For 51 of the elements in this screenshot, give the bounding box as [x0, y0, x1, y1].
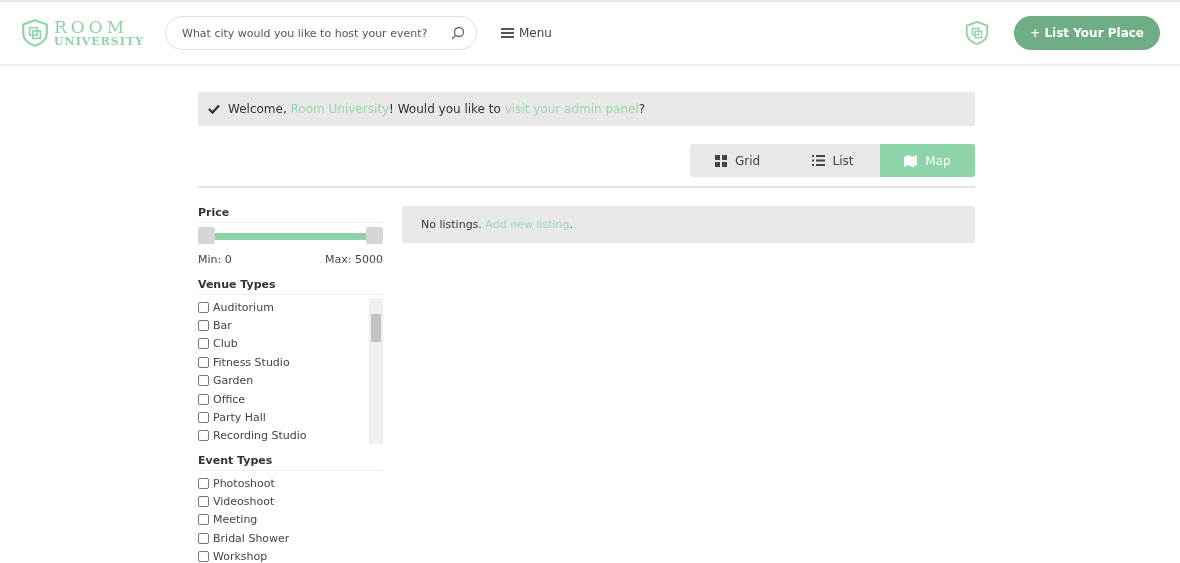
checkbox[interactable] [198, 412, 209, 424]
slider-handle[interactable] [198, 227, 215, 244]
checkbox-option[interactable]: Garden [198, 371, 369, 390]
checkbox-option[interactable]: Bar [198, 316, 369, 335]
list-icon [811, 155, 825, 166]
min-label: Min: 0 [198, 253, 232, 266]
menu-button[interactable]: Menu [495, 25, 558, 41]
no-listings-message: No listings. Add new listing. [421, 218, 574, 231]
grid-icon [714, 154, 727, 167]
checkbox[interactable] [198, 514, 209, 526]
max-label: Max: 5000 [325, 253, 383, 266]
checkbox[interactable] [198, 375, 209, 387]
checkbox-option[interactable]: Fitness Studio [198, 353, 369, 372]
slider-handle[interactable] [366, 227, 383, 244]
checkbox[interactable] [198, 496, 209, 508]
checkbox-option[interactable]: Office [198, 389, 369, 409]
logo-title: ROOM [54, 19, 130, 36]
filter-title: Venue Types [198, 278, 383, 295]
checkbox[interactable] [198, 430, 209, 442]
logo-subtitle: UNIVERSITY [54, 36, 144, 47]
welcome-message: Welcome, Room University! Would you like to visit your admin panel? [228, 102, 646, 116]
checkbox[interactable] [198, 320, 209, 332]
menu-icon [501, 28, 514, 38]
checkbox[interactable] [198, 338, 209, 350]
search-icon[interactable] [451, 26, 465, 40]
checkbox-option[interactable]: Photoshoot [198, 474, 383, 493]
checkbox[interactable] [198, 551, 209, 563]
price-slider[interactable] [198, 227, 383, 245]
check-icon [208, 104, 220, 114]
shield-logo-icon [964, 20, 991, 46]
scrollbar[interactable] [369, 298, 383, 444]
shield-logo-icon [20, 18, 50, 48]
checkbox-option[interactable]: Auditorium [198, 298, 369, 317]
checkbox-option[interactable]: Party Hall [198, 408, 369, 427]
checkbox-option[interactable]: Recording Studio [198, 426, 369, 444]
checkbox[interactable] [198, 393, 209, 405]
checkbox[interactable] [198, 301, 209, 313]
checkbox-option[interactable]: Videoshoot [198, 492, 383, 511]
view-tab[interactable]: Grid [690, 144, 785, 177]
map-icon [904, 154, 918, 167]
checkbox[interactable] [198, 532, 209, 544]
checkbox[interactable] [198, 356, 209, 368]
checkbox-option[interactable]: Meeting [198, 510, 383, 530]
checkbox-option[interactable]: Bridal Shower [198, 529, 383, 548]
view-tab[interactable]: List [785, 144, 880, 177]
filter-title: Event Types [198, 454, 383, 471]
search-field[interactable]: What city would you like to host your event? [165, 16, 477, 50]
checkbox[interactable] [198, 477, 209, 489]
checkbox-option[interactable]: Club [198, 334, 369, 354]
filter-title: Price [198, 206, 383, 223]
checkbox-option[interactable]: Workshop [198, 547, 383, 563]
